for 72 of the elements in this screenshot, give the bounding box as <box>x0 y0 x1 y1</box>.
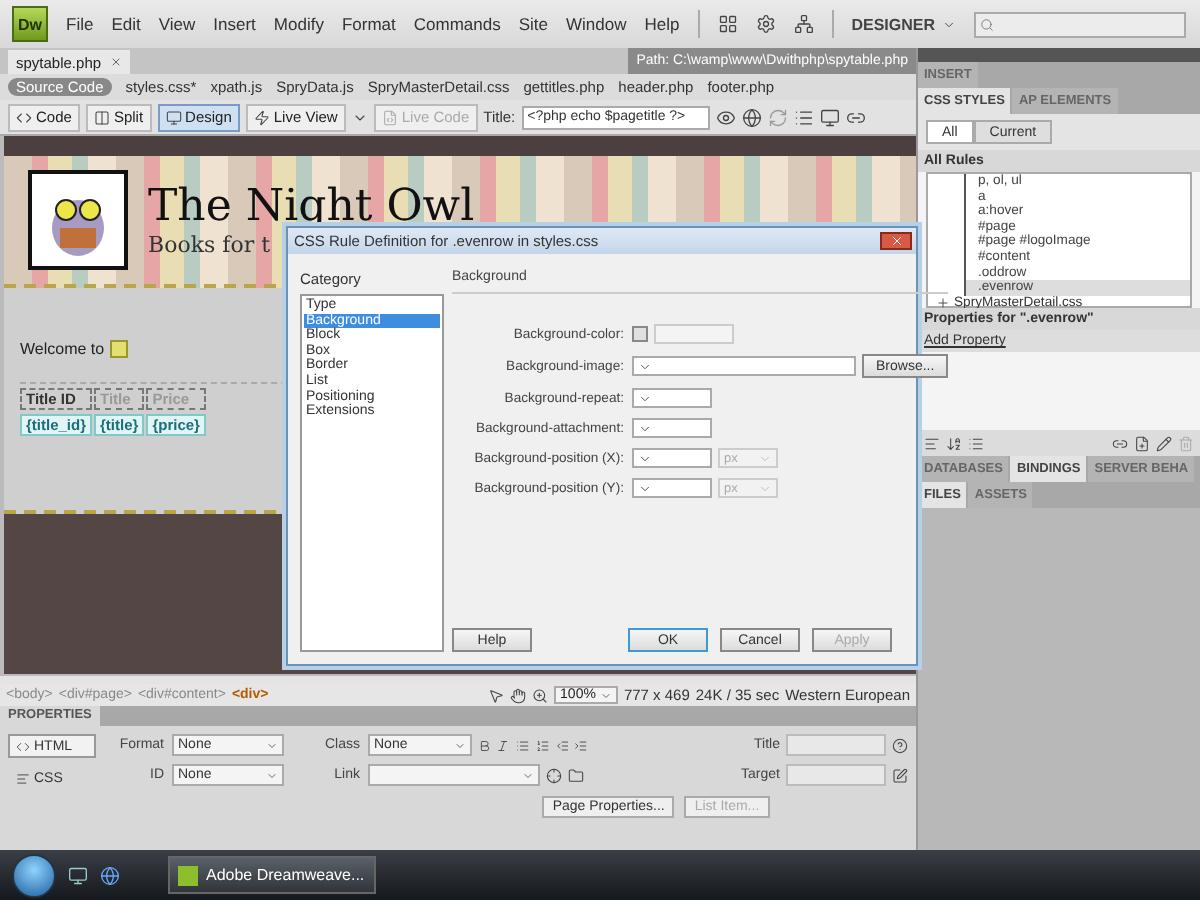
search-field[interactable] <box>973 11 1186 37</box>
point-to-file-icon[interactable] <box>546 767 562 783</box>
zoom-icon[interactable] <box>532 687 549 703</box>
split-icon <box>93 109 110 125</box>
owl-logo-image <box>28 170 128 270</box>
caret-icon <box>266 769 278 781</box>
lightning-icon <box>253 109 270 125</box>
caret-icon[interactable] <box>638 451 652 465</box>
layout-icon[interactable] <box>717 14 738 34</box>
close-button[interactable] <box>880 232 912 250</box>
caret-icon <box>453 739 466 751</box>
desktop-icon[interactable] <box>68 865 88 885</box>
category-view-icon[interactable] <box>924 435 940 451</box>
caret-icon <box>266 739 278 751</box>
menu-item[interactable]: Help <box>644 14 680 34</box>
caret-icon <box>758 481 772 495</box>
menu-item[interactable]: Modify <box>273 14 324 34</box>
italic-icon[interactable] <box>496 737 511 753</box>
site-title: The Night Owl <box>148 182 475 232</box>
expand-icon[interactable] <box>936 295 950 310</box>
menu-item[interactable]: View <box>158 14 196 34</box>
caret-icon[interactable] <box>638 391 652 405</box>
target-field[interactable] <box>786 764 886 786</box>
workspace-switcher[interactable]: DESIGNER <box>851 15 956 33</box>
edit-icon[interactable] <box>1156 435 1172 451</box>
pointer-icon[interactable] <box>488 687 505 703</box>
edit-icon[interactable] <box>892 767 908 783</box>
app-icon <box>178 865 198 885</box>
hand-icon[interactable] <box>510 687 527 703</box>
menu-item[interactable]: Format <box>341 14 396 34</box>
caret-icon <box>758 451 772 465</box>
monitor-icon <box>165 109 182 125</box>
app-logo: Dw <box>12 6 48 42</box>
numbered-list-icon[interactable] <box>535 737 550 753</box>
bold-icon[interactable] <box>477 737 491 753</box>
attach-icon[interactable] <box>1112 435 1128 451</box>
code-file-icon <box>381 109 398 125</box>
preview-icon[interactable] <box>715 107 736 127</box>
browser-icon[interactable] <box>100 865 120 885</box>
title-field[interactable] <box>786 734 886 756</box>
menu-item[interactable]: Site <box>518 14 548 34</box>
caret-icon[interactable] <box>638 421 652 435</box>
taskbar-button[interactable]: Adobe Dreamweave... <box>168 856 376 894</box>
caret-icon <box>599 689 612 701</box>
globe-icon[interactable] <box>741 107 762 127</box>
help-icon[interactable] <box>892 737 908 753</box>
caret-icon[interactable] <box>638 481 652 495</box>
code-icon <box>16 739 30 753</box>
color-field[interactable] <box>654 324 734 344</box>
start-button[interactable] <box>12 853 56 897</box>
welcome-text: Welcome to <box>20 340 105 358</box>
caret-icon <box>941 17 956 31</box>
sitemap-icon[interactable] <box>793 14 814 34</box>
caret-icon[interactable] <box>638 359 652 373</box>
menu-item[interactable]: Window <box>566 14 627 34</box>
menu-item[interactable]: Commands <box>413 14 501 34</box>
settings-icon[interactable] <box>755 14 776 34</box>
set-properties-icon[interactable] <box>968 435 984 451</box>
folder-icon[interactable] <box>568 767 584 783</box>
color-swatch[interactable] <box>632 326 648 342</box>
list-view-icon[interactable] <box>946 435 962 451</box>
menu-item[interactable]: Insert <box>213 14 256 34</box>
menu-item[interactable]: Edit <box>111 14 141 34</box>
php-code-icon <box>110 340 129 358</box>
search-icon <box>979 17 994 31</box>
close-icon[interactable] <box>109 56 122 68</box>
site-tagline: Books for t <box>148 232 271 258</box>
new-rule-icon[interactable] <box>1134 435 1150 451</box>
menu-item[interactable]: File <box>66 14 94 34</box>
code-icon <box>16 109 32 125</box>
caret-icon <box>522 769 534 781</box>
close-icon <box>889 234 903 248</box>
